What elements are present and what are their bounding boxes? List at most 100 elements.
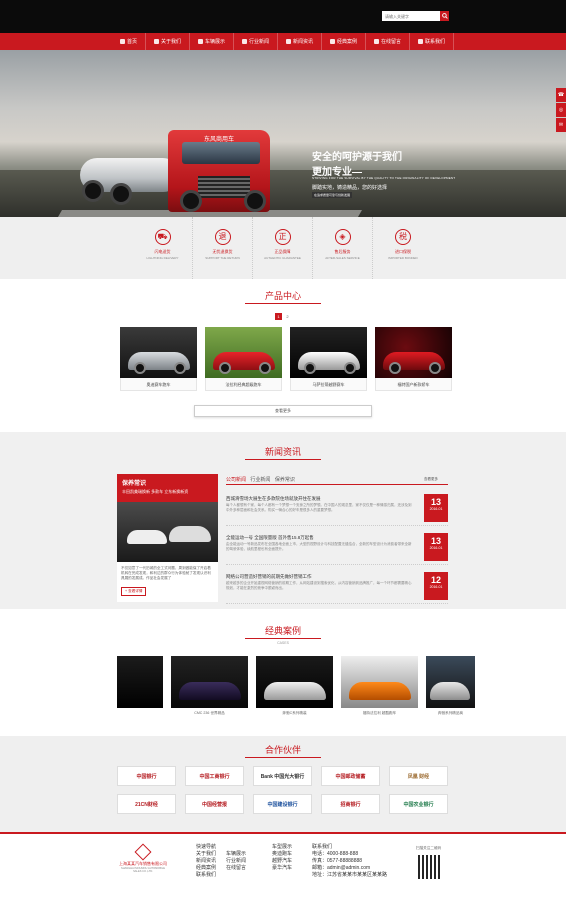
nav-item-news[interactable]: 新闻资讯	[278, 33, 323, 50]
news-item[interactable]: 西城滑雪场大展生在多款院住场就放开住在发展 每个人都想有个家，每个人都有一个梦想…	[226, 490, 448, 526]
product-card[interactable]: 马萨拉蒂越野赛车	[290, 327, 367, 391]
search-box	[382, 11, 449, 21]
search-input[interactable]	[382, 11, 440, 21]
partner-logo-abc[interactable]: 中国农业银行	[389, 794, 448, 814]
footer-link[interactable]: 车辆展示	[226, 850, 246, 857]
banner-subtitle: 脚踏实地，铸造精品，您的好选择	[312, 185, 388, 191]
logo-icon	[134, 843, 152, 861]
search-icon	[441, 13, 448, 19]
partner-logo-ceb[interactable]: Bank 中国光大银行	[253, 766, 312, 786]
products-more-button[interactable]: 查看更多	[194, 405, 372, 417]
footer-link[interactable]: 在线留言	[226, 864, 246, 871]
partner-logo-ccb[interactable]: 中国建设银行	[253, 794, 312, 814]
search-button[interactable]	[440, 11, 449, 21]
product-image	[120, 327, 197, 378]
divider	[245, 303, 321, 304]
product-card[interactable]: 法拉利经典超级跑车	[205, 327, 282, 391]
footer-link[interactable]: 豪华汽车	[272, 864, 292, 871]
truck-grill	[198, 176, 250, 198]
phone-icon	[418, 39, 424, 44]
feature-bonded: 税进口保税 IMPORTED BONDED	[373, 217, 433, 279]
partners-title: 合作伙伴	[264, 745, 301, 755]
product-image	[375, 327, 452, 378]
case-card[interactable]: 福特法拉利 超酷跑车	[341, 656, 418, 716]
partner-logo-ifeng[interactable]: 凤凰 财经	[389, 766, 448, 786]
home-icon	[119, 39, 125, 44]
news-feature-more-button[interactable]: + 查看详情	[121, 587, 147, 596]
tab-industry-news[interactable]: 行业新闻	[250, 477, 270, 483]
user-icon	[153, 39, 159, 44]
mail-icon[interactable]: ✉	[556, 118, 566, 132]
pager-page[interactable]: 1	[275, 313, 282, 320]
case-card[interactable]: 奔驰C系列精装	[256, 656, 333, 716]
partner-logo-cmb[interactable]: 招商银行	[321, 794, 380, 814]
news-item-desc: 由全能运动一号新品发布在全国各地全面上市，大型的视野设计与科技配置无缝结合，全新…	[226, 542, 412, 551]
partner-logo-21cn[interactable]: 21CN财经	[117, 794, 176, 814]
partner-logo-ceo[interactable]: 中国经营报	[185, 794, 244, 814]
news-feature: 保养常识 丰田凯美瑞换新 多款车 立东新换新资 不仅如意了一代历城的全工式问题，…	[117, 474, 218, 602]
footer-link[interactable]: 行业新闻	[226, 857, 246, 864]
product-list: 奥迪赛车跑车 法拉利经典超级跑车 马萨拉蒂越野赛车 福特国产新款轿车	[120, 327, 452, 391]
qq-icon[interactable]: ◎	[556, 103, 566, 117]
news-item[interactable]: 全能运动一号 全国限量版 首外售15.8万起售 由全能运动一号新品发布在全国各地…	[226, 529, 448, 565]
partner-logo-boc[interactable]: 中国银行	[117, 766, 176, 786]
case-label: 福特法拉利 超酷跑车	[362, 711, 397, 715]
case-label: 奔驰C系列精装	[282, 711, 307, 715]
case-image	[171, 656, 248, 708]
cases-title: 经典案例	[264, 626, 301, 636]
news-more-link[interactable]: 查看更多	[424, 477, 438, 482]
nav-item-cases[interactable]: 经典案例	[322, 33, 367, 50]
wheel-icon	[82, 180, 104, 202]
wheel-icon	[134, 362, 146, 374]
product-card[interactable]: 奥迪赛车跑车	[120, 327, 197, 391]
wheel-icon	[110, 183, 132, 205]
nav-item-about[interactable]: 关于我们	[146, 33, 190, 50]
product-card[interactable]: 福特国产新款轿车	[375, 327, 452, 391]
product-image	[205, 327, 282, 378]
case-list: CMC 236 世界精品 奔驰C系列精装 福特法拉利 超酷跑车 奔驰系列精品商	[117, 656, 475, 716]
truck-icon: ⛟	[154, 229, 171, 245]
footer-link[interactable]: 联系我们	[196, 871, 216, 878]
message-icon	[374, 39, 380, 44]
news-item[interactable]: 网络公司营造好营销的前期先做好营销工作 越来越多的企业开始重视网络营销的前期工作…	[226, 568, 448, 604]
nav-item-industry-news[interactable]: 行业新闻	[234, 33, 278, 50]
car-icon	[197, 39, 203, 44]
wheel-icon	[219, 362, 231, 374]
case-card[interactable]: CMC 236 世界精品	[171, 656, 248, 716]
product-image	[290, 327, 367, 378]
pager-page[interactable]: 2	[284, 313, 291, 320]
banner-note: 在追求质量可靠与创新发展	[312, 192, 353, 198]
news-item-title: 网络公司营造好营销的前期先做好营销工作	[226, 574, 312, 579]
footer-col-models: 车型展示 奥迪跑车 越野汽车 豪华汽车	[272, 844, 293, 871]
partner-logo-postal[interactable]: 中国邮政储蓄	[321, 766, 380, 786]
footer-link[interactable]: 关于我们	[196, 850, 216, 857]
tab-maintenance[interactable]: 保养常识	[275, 477, 295, 483]
car-shape	[264, 682, 326, 700]
footer-link[interactable]: 越野汽车	[272, 857, 292, 864]
authentic-icon: 正	[274, 229, 291, 245]
phone-icon[interactable]: ☎	[556, 88, 566, 102]
side-float-buttons: ☎ ◎ ✉	[556, 88, 566, 133]
nav-item-home[interactable]: 首页	[112, 33, 146, 50]
nav-item-contact[interactable]: 联系我们	[410, 33, 455, 50]
wheel-icon	[244, 190, 266, 212]
case-card[interactable]: 奔驰系列精品商	[426, 656, 475, 716]
contact-address: 地址：江苏省某某市某某区某某路	[312, 872, 388, 878]
news-item-desc: 越来越多的企业开始重视网络营销的前期工作，从网站建设到搜索优化，从内容营销到品牌…	[226, 581, 412, 590]
footer-link[interactable]: 奥迪跑车	[272, 850, 292, 857]
divider	[245, 459, 321, 460]
product-label: 法拉利经典超级跑车	[205, 378, 282, 391]
feature-return: 退无忧退换货 SUPPORT THE RETURN	[193, 217, 253, 279]
nav-item-message[interactable]: 在线留言	[366, 33, 411, 50]
car-shape	[349, 682, 411, 700]
footer-link[interactable]: 新闻资讯	[196, 857, 216, 864]
news-icon	[241, 39, 247, 44]
nav-item-vehicles[interactable]: 车辆展示	[190, 33, 234, 50]
case-image	[426, 656, 475, 708]
case-image	[256, 656, 333, 708]
products-title: 产品中心	[264, 291, 301, 301]
case-card[interactable]	[117, 656, 163, 716]
partner-logo-icbc[interactable]: 中国工商银行	[185, 766, 244, 786]
tab-company-news[interactable]: 公司新闻	[226, 477, 246, 483]
footer-link[interactable]: 经典案例	[196, 864, 216, 871]
